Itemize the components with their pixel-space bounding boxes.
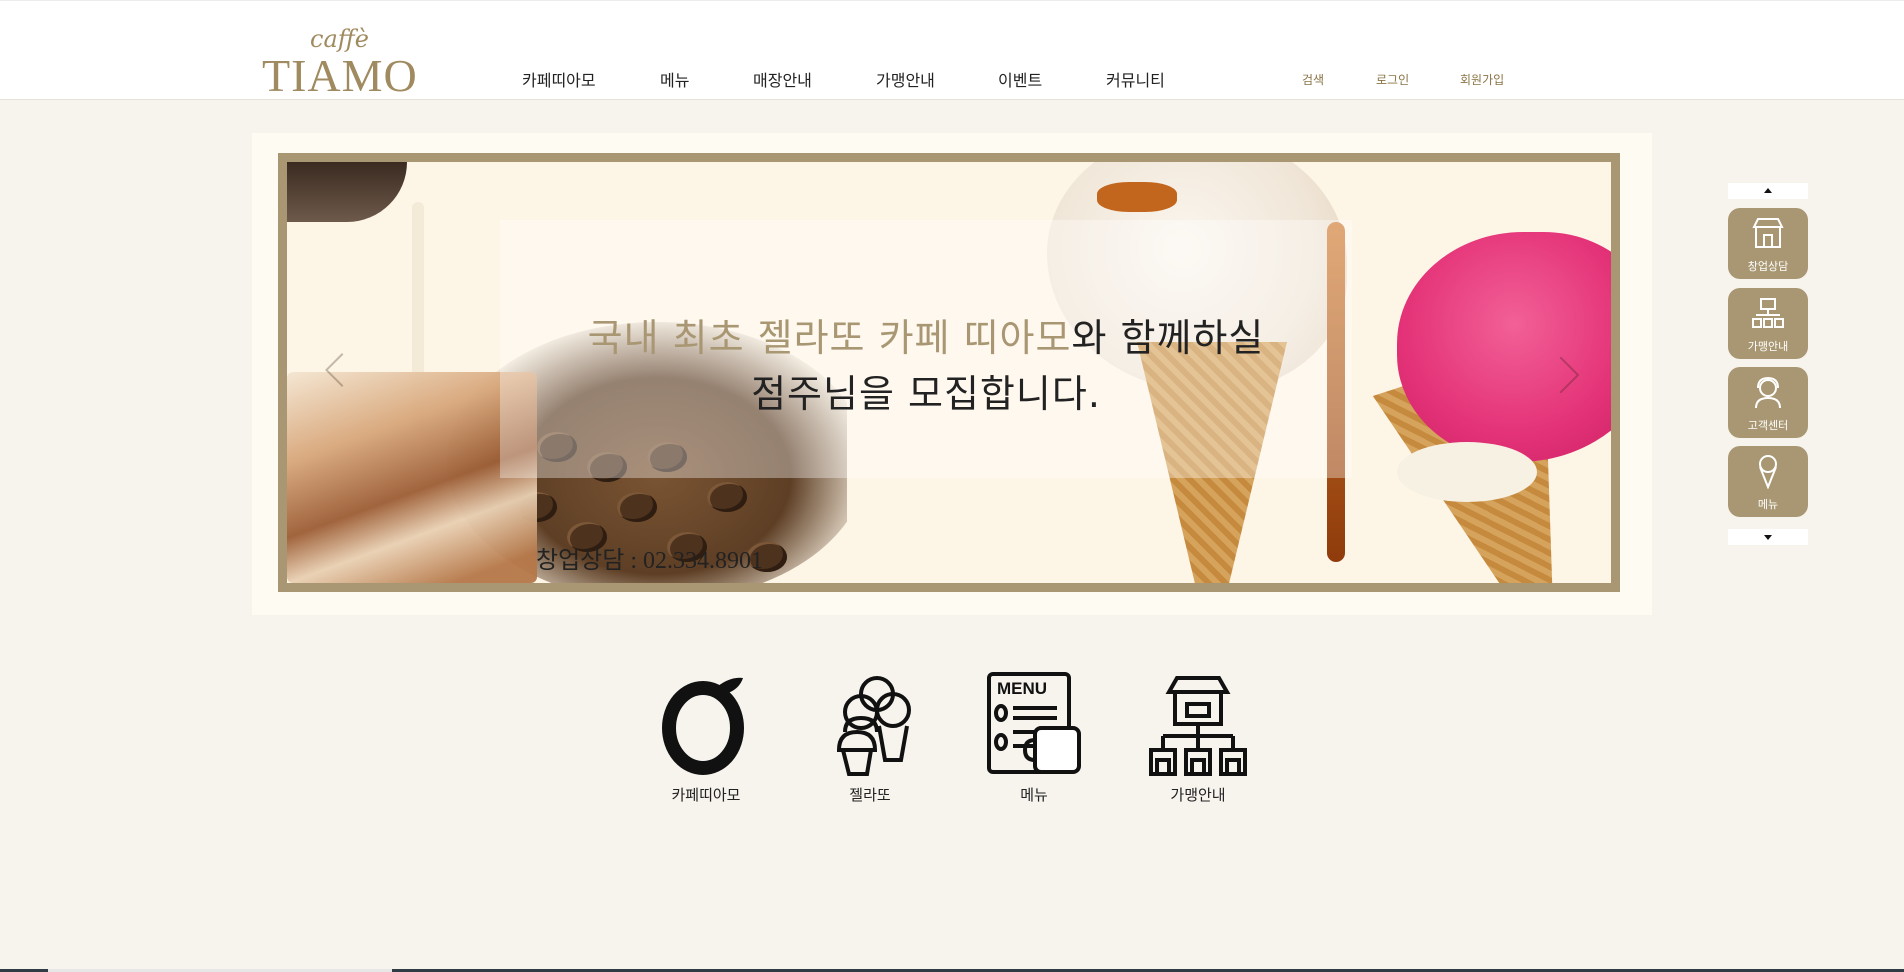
- side-button-menu[interactable]: 메뉴: [1728, 446, 1808, 517]
- hero-headline-gold: 국내 최초 젤라또 카페 띠아모: [587, 316, 1072, 360]
- side-label-customer-center: 고객센터: [1747, 419, 1789, 432]
- quick-link-franchise[interactable]: 가맹안내: [1138, 670, 1258, 805]
- hero-headline-line2: 점주님을 모집합니다.: [751, 372, 1101, 416]
- headset-icon: [1755, 376, 1781, 409]
- ice-cream-icon: [836, 676, 911, 776]
- tiamo-logo[interactable]: caffè TIAMO: [262, 25, 417, 101]
- nav-item-menu[interactable]: 메뉴: [660, 67, 689, 91]
- quick-link-menu[interactable]: MENU 메뉴: [974, 670, 1094, 805]
- side-scroll-up-button[interactable]: [1728, 183, 1808, 199]
- side-button-consult[interactable]: 창업상담: [1728, 208, 1808, 279]
- side-button-customer-center[interactable]: 고객센터: [1728, 367, 1808, 438]
- menu-board-icon: MENU: [987, 672, 1081, 774]
- signup-link[interactable]: 회원가입: [1460, 71, 1504, 88]
- quick-label-gelato: 젤라또: [849, 786, 891, 804]
- quick-link-gelato[interactable]: 젤라또: [810, 670, 930, 805]
- quick-link-cafe-tiamo[interactable]: 카페띠아모: [646, 670, 766, 805]
- hero-headline-rest: 와 함께하실: [1071, 316, 1265, 360]
- nav-item-event[interactable]: 이벤트: [998, 67, 1042, 91]
- site-header: caffè TIAMO 카페띠아모 메뉴 매장안내 가맹안내 이벤트 커뮤니티 …: [0, 0, 1904, 101]
- store-icon: [1752, 218, 1784, 248]
- svg-text:MENU: MENU: [997, 679, 1047, 698]
- quick-label-cafe-tiamo: 카페띠아모: [671, 786, 741, 804]
- side-label-menu: 메뉴: [1757, 498, 1779, 511]
- search-link[interactable]: 검색: [1302, 71, 1324, 88]
- side-label-franchise: 가맹안내: [1747, 340, 1789, 353]
- logo-main-text: TIAMO: [262, 50, 418, 101]
- nav-item-cafe-tiamo[interactable]: 카페띠아모: [522, 67, 596, 91]
- side-button-franchise[interactable]: 가맹안내: [1728, 288, 1808, 359]
- nav-item-franchise[interactable]: 가맹안내: [876, 67, 935, 91]
- berry-gelato-image: [1397, 232, 1611, 462]
- caret-down-icon: [1764, 535, 1772, 540]
- nav-item-community[interactable]: 커뮤니티: [1106, 67, 1165, 91]
- caret-up-icon: [1764, 188, 1772, 193]
- tiamo-logo-icon: [662, 677, 744, 775]
- nav-item-store[interactable]: 매장안내: [753, 67, 812, 91]
- quick-label-menu: 메뉴: [1020, 786, 1048, 804]
- franchise-icon: [1752, 298, 1784, 328]
- side-scroll-down-button[interactable]: [1728, 529, 1808, 545]
- hero-phone: 창업상담 : 02.334.8901: [536, 548, 763, 574]
- ice-cream-icon: [1759, 455, 1777, 489]
- franchise-store-icon: [1149, 676, 1247, 776]
- login-link[interactable]: 로그인: [1376, 71, 1409, 88]
- hero-headline: 국내 최초 젤라또 카페 띠아모와 함께하실 점주님을 모집합니다.: [500, 310, 1352, 422]
- quick-label-franchise: 가맹안내: [1170, 786, 1226, 804]
- side-label-consult: 창업상담: [1747, 260, 1789, 273]
